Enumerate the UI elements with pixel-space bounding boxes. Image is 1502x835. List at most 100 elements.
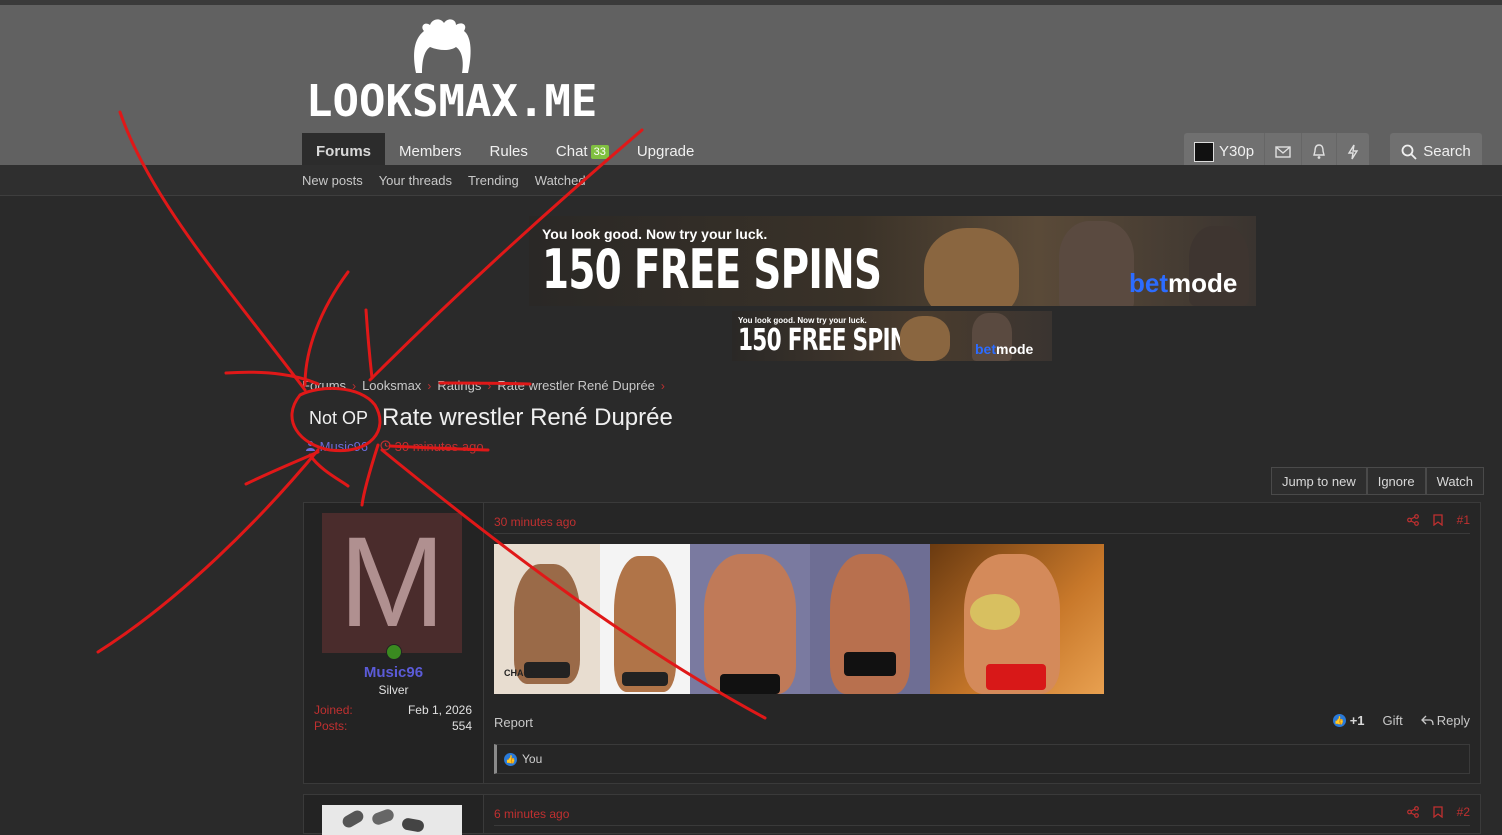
- bolt-icon: [1347, 144, 1359, 159]
- joined-stat: Joined: Feb 1, 2026: [314, 703, 472, 717]
- ignore-button[interactable]: Ignore: [1366, 467, 1426, 495]
- post-number[interactable]: #1: [1457, 513, 1470, 527]
- post-time[interactable]: 30 minutes ago: [494, 515, 576, 529]
- trunks-figure: [844, 652, 896, 676]
- post-2: 6 minutes ago #2: [303, 794, 1481, 835]
- subnav-your-threads[interactable]: Your threads: [379, 173, 452, 188]
- clock-icon: [380, 440, 391, 451]
- subnav-trending[interactable]: Trending: [468, 173, 519, 188]
- post-image-gallery: CHAOS: [494, 544, 1104, 694]
- gift-button[interactable]: Gift: [1383, 713, 1403, 728]
- watch-button[interactable]: Watch: [1425, 467, 1484, 495]
- post2-header-actions: #2: [1406, 805, 1470, 819]
- like-icon: 👍: [1332, 714, 1346, 727]
- reply-label: Reply: [1436, 713, 1470, 728]
- share-icon[interactable]: [1406, 806, 1419, 818]
- pill-shape: [401, 817, 425, 833]
- pill-shape: [370, 807, 396, 827]
- wrestler-photo-4[interactable]: [810, 544, 930, 694]
- breadcrumb: Forums › Looksmax › Ratings › Rate wrest…: [302, 378, 665, 393]
- avatar[interactable]: M: [322, 513, 462, 653]
- trunks-figure: [720, 674, 780, 694]
- report-button[interactable]: Report: [494, 715, 533, 730]
- page-title: Rate wrestler René Duprée: [382, 404, 673, 431]
- thread-time[interactable]: 30 minutes ago: [380, 439, 484, 454]
- ad2-headline: 150 FREE SPINS: [738, 323, 923, 358]
- hair-logo-icon: [414, 19, 471, 73]
- thread-author-name: Music96: [319, 439, 369, 454]
- jump-to-new-button[interactable]: Jump to new: [1271, 467, 1367, 495]
- reaction-count: +1: [1349, 713, 1365, 728]
- ad2-brand-part2: mode: [996, 341, 1034, 357]
- post-header-actions: #1: [1406, 513, 1470, 527]
- ad2-brand-part1: bet: [975, 341, 996, 357]
- share-icon[interactable]: [1406, 514, 1419, 526]
- post2-user-cell: [304, 795, 484, 835]
- post2-header: 6 minutes ago #2: [494, 805, 1470, 826]
- envelope-icon: [1275, 145, 1291, 158]
- trunks-figure: [986, 664, 1046, 690]
- tab-chat-label: Chat: [555, 143, 588, 160]
- avatar: [1194, 141, 1214, 162]
- like-icon: 👍: [504, 752, 517, 766]
- search-label: Search: [1423, 143, 1471, 160]
- ad-brand-part1: bet: [1129, 268, 1168, 298]
- pill-shape: [340, 808, 366, 830]
- post-footer: Report 👍 +1 Gift Reply: [494, 713, 1470, 733]
- post-footer-actions: 👍 +1 Gift Reply: [1332, 713, 1470, 728]
- breadcrumb-thread[interactable]: Rate wrestler René Duprée: [497, 378, 655, 393]
- bookmark-icon[interactable]: [1432, 514, 1443, 526]
- thread-time-text: 30 minutes ago: [394, 439, 484, 454]
- user-icon: [306, 441, 315, 451]
- ad2-brand: betmode: [975, 341, 1033, 357]
- ad-banner-large[interactable]: You look good. Now try your luck. 150 FR…: [529, 216, 1256, 306]
- body-figure: [704, 554, 796, 694]
- wrestler-photo-5[interactable]: [930, 544, 1104, 694]
- post-1: M Music96 Silver Joined: Feb 1, 2026 Pos…: [303, 502, 1481, 784]
- capybara-image-small: [900, 316, 950, 361]
- post-user-cell: M Music96 Silver Joined: Feb 1, 2026 Pos…: [304, 503, 484, 783]
- avatar[interactable]: [322, 805, 462, 835]
- site-header: LOOKSMAX.ME Forums Members Rules Chat 33 …: [0, 5, 1502, 170]
- thread-meta: Music96 30 minutes ago: [305, 439, 484, 454]
- thread-prefix: Not OP: [309, 407, 369, 428]
- subnav-new-posts[interactable]: New posts: [302, 173, 363, 188]
- wrestler-photo-3[interactable]: [690, 544, 810, 694]
- wrestler-photo-1[interactable]: CHAOS: [494, 544, 600, 694]
- breadcrumb-ratings[interactable]: Ratings: [437, 378, 481, 393]
- ad-headline: 150 FREE SPINS: [542, 238, 882, 301]
- site-logo[interactable]: LOOKSMAX.ME: [306, 17, 597, 129]
- bell-icon: [1313, 143, 1325, 159]
- subnav-watched[interactable]: Watched: [535, 173, 586, 188]
- chevron-right-icon: ›: [427, 378, 432, 393]
- man-image: [1059, 221, 1134, 306]
- reply-button[interactable]: Reply: [1420, 713, 1470, 728]
- posts-stat: Posts: 554: [314, 719, 472, 733]
- chevron-right-icon: ›: [487, 378, 492, 393]
- breadcrumb-forums[interactable]: Forums: [302, 378, 346, 393]
- ad-banner-small[interactable]: You look good. Now try your luck. 150 FR…: [732, 311, 1052, 361]
- post-header: 30 minutes ago #1: [494, 513, 1470, 534]
- posts-value: 554: [451, 719, 472, 733]
- bookmark-icon[interactable]: [1432, 806, 1443, 818]
- reaction-score[interactable]: 👍 +1: [1332, 713, 1365, 728]
- reactions-bar[interactable]: 👍 You: [494, 744, 1470, 774]
- post2-number[interactable]: #2: [1457, 805, 1470, 819]
- avatar-letter: M: [338, 511, 446, 654]
- post2-time[interactable]: 6 minutes ago: [494, 807, 569, 821]
- thread-title-row: Not OP Rate wrestler René Duprée: [309, 404, 673, 432]
- user-rank: Silver: [378, 683, 409, 697]
- photo-caption: CHAOS: [504, 668, 537, 678]
- reactions-users: You: [522, 752, 543, 766]
- joined-value: Feb 1, 2026: [407, 703, 472, 717]
- logo-wordmark: LOOKSMAX.ME: [306, 76, 598, 127]
- breadcrumb-looksmax[interactable]: Looksmax: [362, 378, 421, 393]
- post-username[interactable]: Music96: [304, 664, 483, 681]
- wrestler-photo-2[interactable]: [600, 544, 690, 694]
- account-username: Y30p: [1219, 143, 1255, 160]
- ad-brand: betmode: [1129, 268, 1237, 299]
- chat-count-badge: 33: [590, 144, 609, 159]
- capybara-image: [924, 228, 1019, 306]
- joined-label: Joined:: [314, 703, 353, 717]
- thread-author[interactable]: Music96: [305, 439, 368, 454]
